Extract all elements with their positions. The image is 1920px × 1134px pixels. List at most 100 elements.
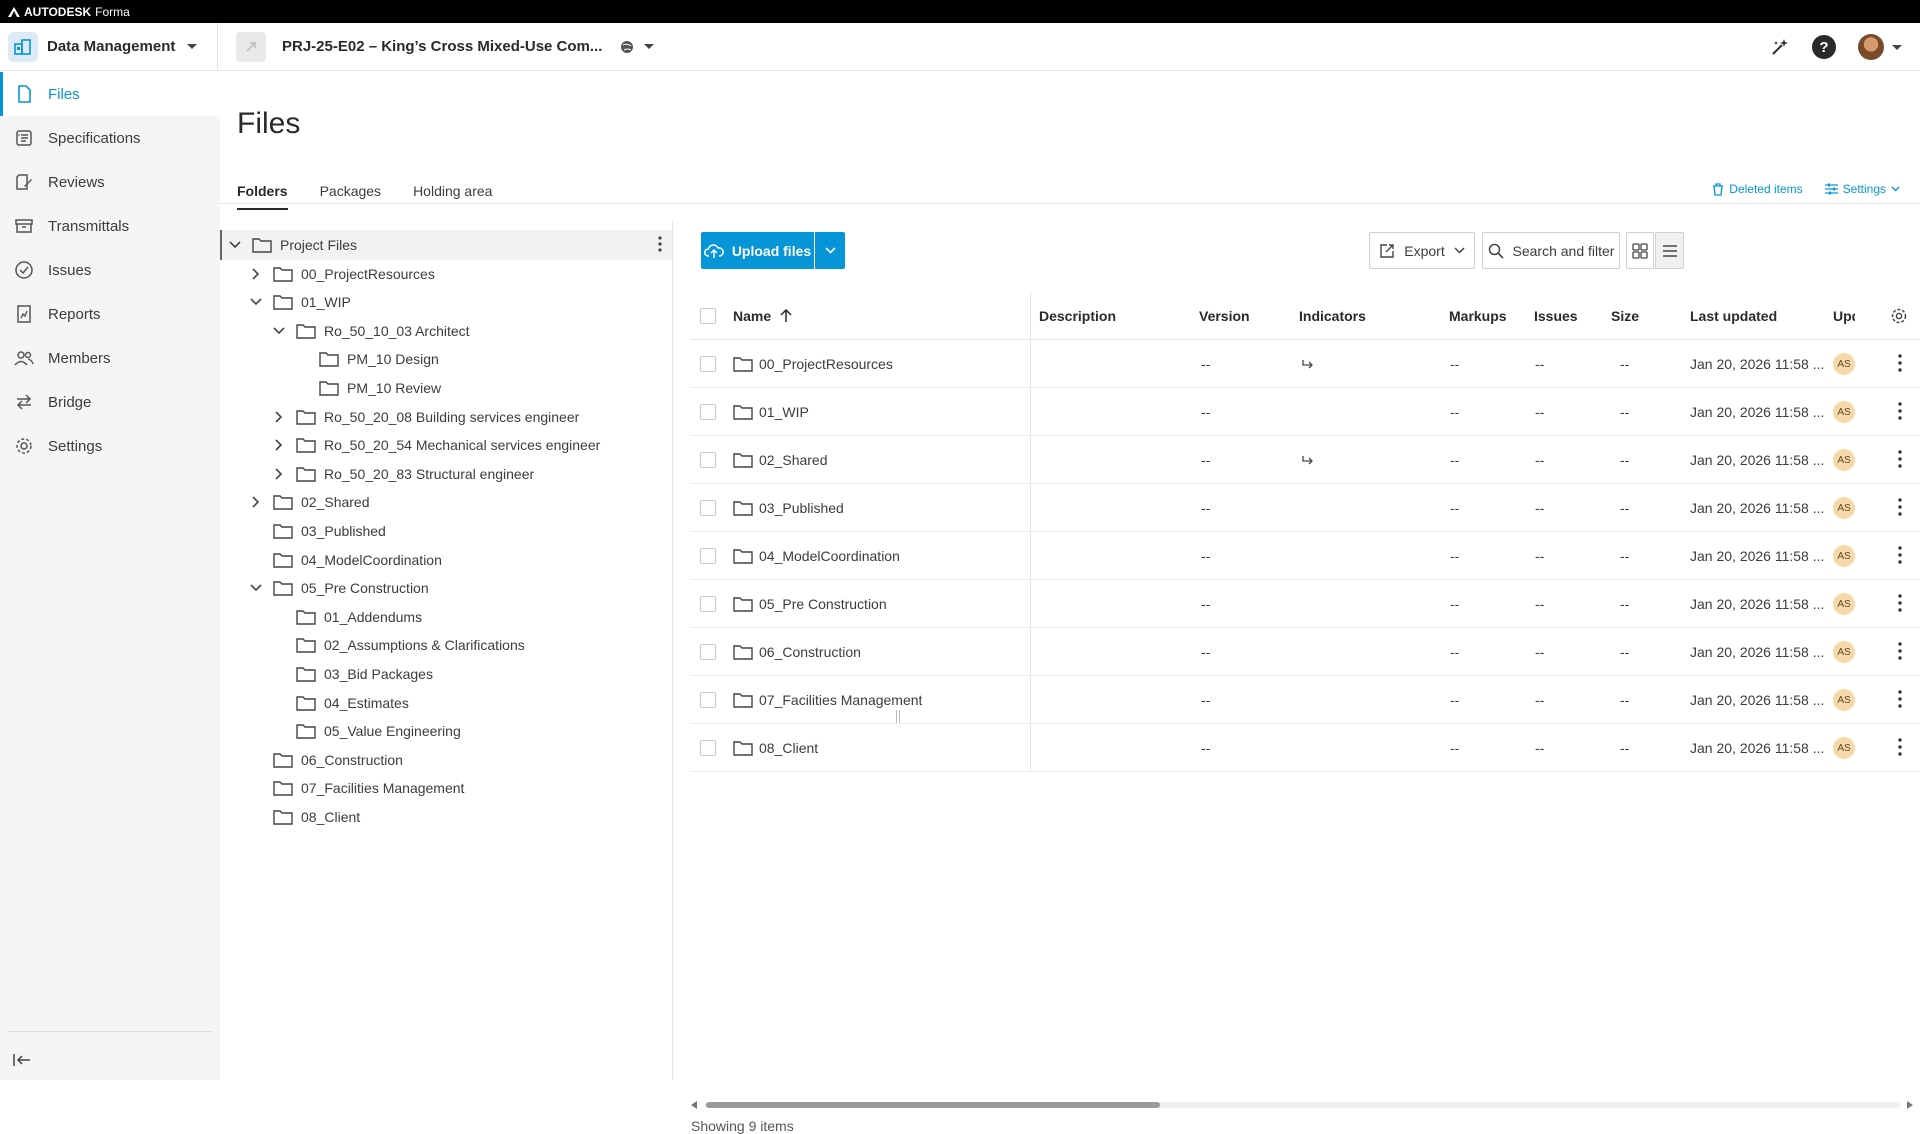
more-options-icon[interactable] bbox=[1898, 546, 1902, 564]
row-checkbox[interactable] bbox=[700, 628, 716, 676]
chevron-right-icon[interactable] bbox=[270, 465, 288, 483]
tab-folders[interactable]: Folders bbox=[237, 176, 288, 210]
more-options-icon[interactable] bbox=[1898, 594, 1902, 612]
file-name-cell[interactable]: 01_WIP bbox=[733, 388, 809, 436]
row-checkbox[interactable] bbox=[700, 580, 716, 628]
column-header-markups[interactable]: Markups bbox=[1449, 292, 1507, 340]
sidebar-item-transmittals[interactable]: Transmittals bbox=[0, 204, 220, 248]
tab-packages[interactable]: Packages bbox=[320, 176, 381, 210]
column-header-indicators[interactable]: Indicators bbox=[1299, 292, 1366, 340]
table-row[interactable]: 07_Facilities Management -- -- -- -- Jan 20, … bbox=[690, 676, 1920, 724]
tree-item[interactable]: 03_Published bbox=[220, 516, 672, 546]
shared-indicator-icon[interactable] bbox=[1301, 436, 1315, 484]
project-thumbnail[interactable] bbox=[236, 31, 266, 62]
sidebar-item-reports[interactable]: Reports bbox=[0, 292, 220, 336]
row-checkbox[interactable] bbox=[700, 676, 716, 724]
list-view-button[interactable] bbox=[1655, 232, 1684, 269]
sidebar-item-files[interactable]: Files bbox=[0, 72, 220, 116]
column-settings-gear-icon[interactable] bbox=[1890, 292, 1908, 340]
sidebar-item-members[interactable]: Members bbox=[0, 336, 220, 380]
app-switcher[interactable]: Data Management bbox=[0, 22, 218, 71]
tree-item[interactable]: 03_Bid Packages bbox=[220, 659, 672, 689]
row-checkbox[interactable] bbox=[700, 436, 716, 484]
tree-item[interactable]: Ro_50_20_08 Building services engineer bbox=[220, 402, 672, 432]
column-header-issues[interactable]: Issues bbox=[1534, 292, 1578, 340]
chevron-right-icon[interactable] bbox=[270, 408, 288, 426]
tree-item[interactable]: Project Files bbox=[220, 230, 672, 260]
sidebar-item-bridge[interactable]: Bridge bbox=[0, 380, 220, 424]
file-name-cell[interactable]: 00_ProjectResources bbox=[733, 340, 893, 388]
file-name-cell[interactable]: 03_Published bbox=[733, 484, 844, 532]
upload-files-button[interactable]: Upload files bbox=[701, 232, 814, 269]
shared-indicator-icon[interactable] bbox=[1301, 340, 1315, 388]
select-all-checkbox[interactable] bbox=[700, 292, 716, 340]
help-icon[interactable]: ? bbox=[1812, 35, 1836, 59]
export-button[interactable]: Export bbox=[1369, 232, 1475, 269]
tree-item[interactable]: 02_Assumptions & Clarifications bbox=[220, 630, 672, 660]
more-options-icon[interactable] bbox=[1898, 402, 1902, 420]
table-row[interactable]: 06_Construction -- -- -- -- Jan 20, 2026 11:5… bbox=[690, 628, 1920, 676]
row-checkbox[interactable] bbox=[700, 724, 716, 772]
table-row[interactable]: 04_ModelCoordination -- -- -- -- Jan 20, 2026… bbox=[690, 532, 1920, 580]
sidebar-item-reviews[interactable]: Reviews bbox=[0, 160, 220, 204]
tree-item[interactable]: 05_Value Engineering bbox=[220, 716, 672, 746]
chevron-down-icon[interactable] bbox=[247, 579, 265, 597]
ai-assistant-icon[interactable] bbox=[1770, 37, 1790, 57]
more-options-icon[interactable] bbox=[1898, 498, 1902, 516]
scrollbar-thumb[interactable] bbox=[706, 1102, 1160, 1108]
tree-item[interactable]: 01_WIP bbox=[220, 287, 672, 317]
sidebar-item-settings[interactable]: Settings bbox=[0, 424, 220, 468]
more-options-icon[interactable] bbox=[1898, 738, 1902, 756]
chevron-right-icon[interactable] bbox=[247, 265, 265, 283]
more-options-icon[interactable] bbox=[658, 236, 662, 252]
more-options-icon[interactable] bbox=[1898, 354, 1902, 372]
tree-item[interactable]: 06_Construction bbox=[220, 745, 672, 775]
tree-item[interactable]: PM_10 Review bbox=[220, 373, 672, 403]
row-checkbox[interactable] bbox=[700, 388, 716, 436]
file-name-cell[interactable]: 04_ModelCoordination bbox=[733, 532, 900, 580]
horizontal-scrollbar[interactable] bbox=[690, 1098, 1914, 1110]
column-header-last-updated[interactable]: Last updated bbox=[1690, 292, 1777, 340]
table-row[interactable]: 01_WIP -- -- -- -- Jan 20, 2026 11:58 ... AS bbox=[690, 388, 1920, 436]
sidebar-item-specifications[interactable]: Specifications bbox=[0, 116, 220, 160]
file-name-cell[interactable]: 08_Client bbox=[733, 724, 818, 772]
deleted-items-link[interactable]: Deleted items bbox=[1712, 182, 1803, 196]
table-row[interactable]: 03_Published -- -- -- -- Jan 20, 2026 11:58 .… bbox=[690, 484, 1920, 532]
project-selector[interactable]: PRJ-25-E02 – King’s Cross Mixed-Use Com.… bbox=[282, 38, 602, 55]
more-options-icon[interactable] bbox=[1898, 690, 1902, 708]
chevron-right-icon[interactable] bbox=[247, 493, 265, 511]
column-header-name[interactable]: Name bbox=[733, 292, 792, 340]
file-name-cell[interactable]: 02_Shared bbox=[733, 436, 828, 484]
chevron-down-icon[interactable] bbox=[226, 236, 244, 254]
table-row[interactable]: 02_Shared -- -- -- -- Jan 20, 2026 11:58 ... A… bbox=[690, 436, 1920, 484]
scroll-left-icon[interactable] bbox=[690, 1100, 698, 1110]
tree-item[interactable]: PM_10 Design bbox=[220, 344, 672, 374]
chevron-down-icon[interactable] bbox=[247, 293, 265, 311]
grid-view-button[interactable] bbox=[1626, 232, 1654, 269]
table-row[interactable]: 05_Pre Construction -- -- -- -- Jan 20, 2026 … bbox=[690, 580, 1920, 628]
upload-options-button[interactable] bbox=[815, 232, 845, 269]
table-row[interactable]: 00_ProjectResources -- -- -- -- Jan 20, 2026 … bbox=[690, 340, 1920, 388]
row-checkbox[interactable] bbox=[700, 532, 716, 580]
user-menu[interactable] bbox=[1858, 34, 1902, 60]
tree-item[interactable]: 07_Facilities Management bbox=[220, 773, 672, 803]
collapse-sidebar-icon[interactable] bbox=[12, 1052, 32, 1068]
row-checkbox[interactable] bbox=[700, 340, 716, 388]
chevron-right-icon[interactable] bbox=[270, 436, 288, 454]
tree-item[interactable]: Ro_50_20_83 Structural engineer bbox=[220, 459, 672, 489]
more-options-icon[interactable] bbox=[1898, 642, 1902, 660]
tree-item[interactable]: 05_Pre Construction bbox=[220, 573, 672, 603]
tab-holding-area[interactable]: Holding area bbox=[413, 176, 492, 210]
tree-item[interactable]: 04_ModelCoordination bbox=[220, 545, 672, 575]
column-header-description[interactable]: Description bbox=[1039, 292, 1116, 340]
tree-item[interactable]: 08_Client bbox=[220, 802, 672, 832]
column-header-size[interactable]: Size bbox=[1611, 292, 1639, 340]
chevron-down-icon[interactable] bbox=[270, 322, 288, 340]
table-row[interactable]: 08_Client -- -- -- -- Jan 20, 2026 11:58 ... A… bbox=[690, 724, 1920, 772]
scroll-right-icon[interactable] bbox=[1906, 1100, 1914, 1110]
sidebar-item-issues[interactable]: Issues bbox=[0, 248, 220, 292]
project-chevron-down-icon[interactable] bbox=[644, 44, 655, 49]
column-header-version[interactable]: Version bbox=[1199, 292, 1250, 340]
settings-link[interactable]: Settings bbox=[1824, 182, 1900, 196]
tree-item[interactable]: 00_ProjectResources bbox=[220, 259, 672, 289]
